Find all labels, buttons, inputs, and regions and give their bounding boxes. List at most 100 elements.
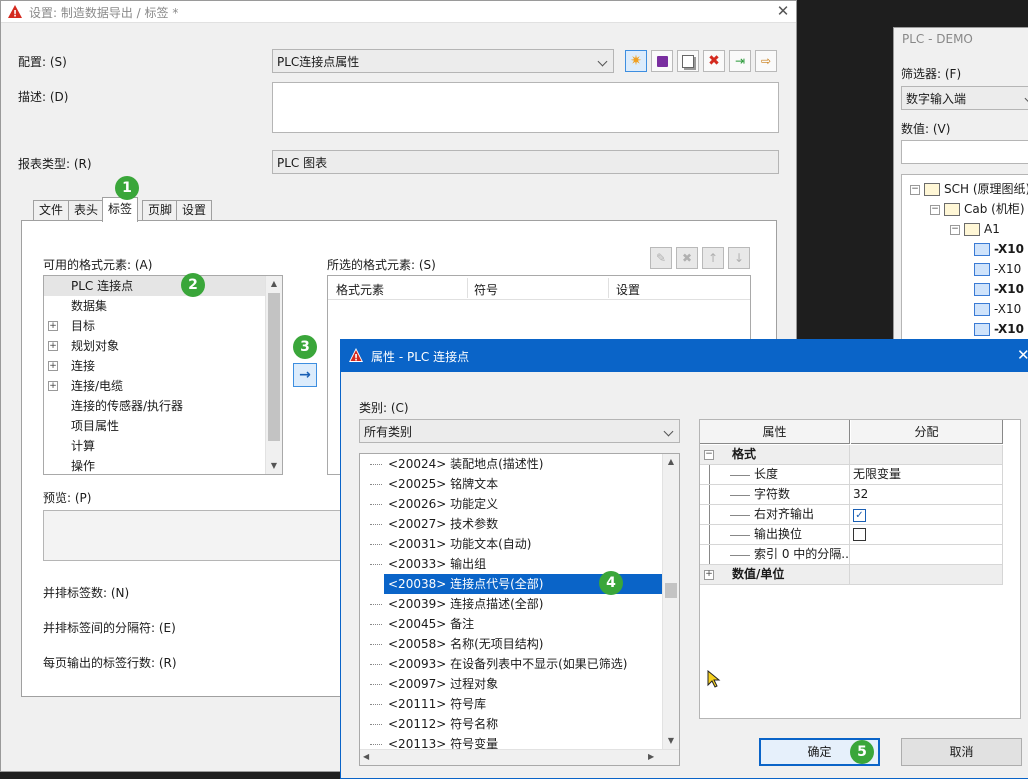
grid-row-value[interactable] <box>850 565 1003 585</box>
move-down-button[interactable]: ↓ <box>728 247 750 269</box>
tab-settings[interactable]: 设置 <box>176 200 213 221</box>
plc-tree-item[interactable]: -X10 <box>974 299 1021 319</box>
plc-tree-item[interactable]: -X10 <box>974 279 1024 299</box>
expand-plus-icon[interactable]: + <box>48 321 58 331</box>
plc-tree-item[interactable]: -X10 <box>974 319 1024 339</box>
available-item[interactable]: + 连接/电缆 <box>44 376 265 396</box>
grid-row-label: 输出换位 <box>754 527 803 541</box>
scroll-thumb[interactable] <box>665 583 677 598</box>
tab-footer[interactable]: 页脚 <box>142 200 179 221</box>
cancel-button[interactable]: 取消 <box>901 738 1022 766</box>
available-item[interactable]: PLC 连接点 <box>44 276 265 296</box>
edit-element-button[interactable]: ✎ <box>650 247 672 269</box>
add-element-button[interactable]: → <box>293 363 317 387</box>
grid-row-value[interactable] <box>850 525 1003 545</box>
plc-tree-item[interactable]: − SCH (原理图纸) <box>910 179 1028 199</box>
property-list-item[interactable]: <20058> 名称(无项目结构) <box>360 634 662 654</box>
close-icon[interactable]: ✕ <box>1017 346 1028 364</box>
grid-row[interactable]: − 格式 <box>700 445 1003 465</box>
scroll-thumb[interactable] <box>268 293 280 441</box>
save-config-button[interactable] <box>651 50 673 72</box>
plc-tree[interactable]: − SCH (原理图纸) − Cab (机柜) − A1 -X10 -X10 -X10 -X10-… <box>901 174 1028 354</box>
collapse-minus-icon[interactable]: − <box>930 204 940 215</box>
grid-row-value[interactable]: 无限变量 <box>850 465 1003 485</box>
tree-line <box>730 555 750 556</box>
available-item[interactable]: + 规划对象 <box>44 336 265 356</box>
collapse-minus-icon[interactable]: − <box>950 224 960 235</box>
available-list[interactable]: PLC 连接点 数据集 + 目标 + 规划对象 + 连接 + 连接/电缆 连接的传感器/执行器 项目属… <box>43 275 283 475</box>
property-list-item[interactable]: <20026> 功能定义 <box>360 494 662 514</box>
scroll-up-icon[interactable]: ▲ <box>266 276 282 292</box>
value-field[interactable] <box>901 140 1028 164</box>
available-item[interactable]: + 目标 <box>44 316 265 336</box>
available-item[interactable]: 计算 <box>44 436 265 456</box>
close-icon[interactable]: ✕ <box>774 2 792 20</box>
property-list-hscrollbar[interactable]: ◀ ▶ <box>360 749 679 765</box>
available-item[interactable]: 连接的传感器/执行器 <box>44 396 265 416</box>
property-list-item[interactable]: <20033> 输出组 <box>360 554 662 574</box>
plc-tree-item[interactable]: − Cab (机柜) <box>930 199 1025 219</box>
copy-config-button[interactable] <box>677 50 699 72</box>
available-item[interactable]: 项目属性 <box>44 416 265 436</box>
collapse-minus-icon[interactable]: − <box>910 184 920 195</box>
remove-element-button[interactable]: ✖ <box>676 247 698 269</box>
property-list-item[interactable]: <20093> 在设备列表中不显示(如果已筛选) <box>360 654 662 674</box>
new-config-button[interactable]: ✷ <box>625 50 647 72</box>
scroll-down-icon[interactable]: ▼ <box>266 458 282 474</box>
grid-row[interactable]: 输出换位 <box>700 525 1003 545</box>
expand-plus-icon[interactable]: + <box>48 341 58 351</box>
tree-line <box>370 564 382 565</box>
available-item[interactable]: 数据集 <box>44 296 265 316</box>
property-list-item[interactable]: <20025> 铭牌文本 <box>360 474 662 494</box>
delete-config-button[interactable]: ✖ <box>703 50 725 72</box>
available-scrollbar[interactable]: ▲ ▼ <box>265 276 282 474</box>
scroll-right-icon[interactable]: ▶ <box>648 752 654 761</box>
grid-row[interactable]: 长度 无限变量 <box>700 465 1003 485</box>
property-grid[interactable]: 属性 分配 − 格式 长度 无限变量 字符数 32 右对齐输出 ✓ 输出换位 索引 0 中的分隔.… <box>699 419 1021 719</box>
grid-row[interactable]: 索引 0 中的分隔... <box>700 545 1003 565</box>
available-item[interactable]: + 连接 <box>44 356 265 376</box>
grid-row[interactable]: 字符数 32 <box>700 485 1003 505</box>
svg-text:!: ! <box>13 10 17 20</box>
tab-file[interactable]: 文件 <box>33 200 70 221</box>
tab-header[interactable]: 表头 <box>68 200 105 221</box>
tab-label[interactable]: 标签 <box>102 197 139 222</box>
filter-dropdown[interactable]: 数字输入端 <box>901 86 1028 110</box>
checkbox[interactable]: ✓ <box>853 509 866 522</box>
grid-row-value[interactable] <box>850 545 1003 565</box>
property-list-item[interactable]: <20111> 符号库 <box>360 694 662 714</box>
plc-tree-item[interactable]: -X10 <box>974 259 1021 279</box>
category-dropdown[interactable]: 所有类别 <box>359 419 680 443</box>
grid-row-value[interactable]: 32 <box>850 485 1003 505</box>
expand-plus-icon[interactable]: + <box>704 570 714 580</box>
property-list[interactable]: <20024> 装配地点(描述性) <20025> 铭牌文本 <20026> 功能定… <box>359 453 680 766</box>
available-item[interactable]: 操作 <box>44 456 265 474</box>
property-list-item[interactable]: <20112> 符号名称 <box>360 714 662 734</box>
plc-tree-item[interactable]: -X10 <box>974 239 1024 259</box>
grid-row-value[interactable]: ✓ <box>850 505 1003 525</box>
export-config-button[interactable]: ⇨ <box>755 50 777 72</box>
scroll-down-icon[interactable]: ▼ <box>663 733 679 749</box>
property-list-item[interactable]: <20031> 功能文本(自动) <box>360 534 662 554</box>
expand-plus-icon[interactable]: + <box>48 381 58 391</box>
property-list-scrollbar[interactable]: ▲ ▼ <box>662 454 679 749</box>
scroll-up-icon[interactable]: ▲ <box>663 454 679 470</box>
tree-line <box>709 545 710 564</box>
plc-tree-item[interactable]: − A1 <box>950 219 1000 239</box>
grid-row-value[interactable] <box>850 445 1003 465</box>
property-list-item[interactable]: <20027> 技术参数 <box>360 514 662 534</box>
config-dropdown[interactable]: PLC连接点属性 <box>272 49 614 73</box>
description-field[interactable] <box>272 82 779 133</box>
property-list-item[interactable]: <20039> 连接点描述(全部) <box>360 594 662 614</box>
property-list-item[interactable]: <20045> 备注 <box>360 614 662 634</box>
grid-row[interactable]: 右对齐输出 ✓ <box>700 505 1003 525</box>
expand-plus-icon[interactable]: + <box>48 361 58 371</box>
grid-row[interactable]: + 数值/单位 <box>700 565 1003 585</box>
collapse-minus-icon[interactable]: − <box>704 450 714 460</box>
move-up-button[interactable]: ↑ <box>702 247 724 269</box>
property-list-item[interactable]: <20024> 装配地点(描述性) <box>360 454 662 474</box>
import-config-button[interactable]: ⇥ <box>729 50 751 72</box>
property-list-item[interactable]: <20097> 过程对象 <box>360 674 662 694</box>
scroll-left-icon[interactable]: ◀ <box>363 752 369 761</box>
checkbox[interactable] <box>853 528 866 541</box>
